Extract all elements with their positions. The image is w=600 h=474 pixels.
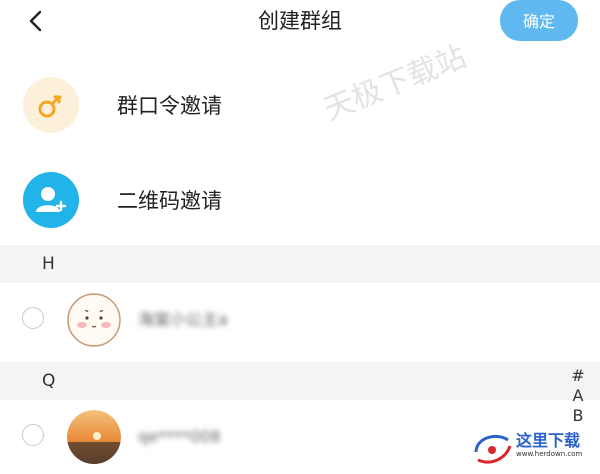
section-header-q: Q xyxy=(0,362,600,400)
add-user-icon xyxy=(23,172,79,228)
index-letter[interactable]: # xyxy=(567,366,589,386)
logo-text: 这里下载 xyxy=(516,431,580,450)
invite-by-qrcode-label: 二维码邀请 xyxy=(117,189,222,213)
contact-name: qe****008 xyxy=(138,427,221,446)
logo-swirl-icon: 这里下载 xyxy=(474,431,580,464)
contact-row[interactable]: 海棠小公主a xyxy=(0,283,600,357)
select-radio[interactable] xyxy=(22,424,44,446)
select-radio[interactable] xyxy=(22,307,44,329)
alphabet-index-bar[interactable]: # A B xyxy=(567,366,589,426)
logo-site: www.herdown.com xyxy=(516,450,583,458)
key-icon xyxy=(23,77,79,133)
avatar xyxy=(67,410,121,464)
section-letter: Q xyxy=(42,371,56,391)
confirm-button[interactable]: 确定 xyxy=(500,0,578,41)
chevron-left-icon xyxy=(29,10,42,32)
section-letter: H xyxy=(42,254,55,274)
invite-by-password-row[interactable]: 群口令邀请 xyxy=(0,60,600,152)
invite-by-qrcode-row[interactable]: 二维码邀请 xyxy=(0,155,600,247)
back-button[interactable] xyxy=(22,6,52,36)
invite-by-password-label: 群口令邀请 xyxy=(117,94,222,118)
section-header-h: H xyxy=(0,245,600,283)
contact-name: 海棠小公主a xyxy=(138,310,228,329)
watermark-logo: 这里下载 www.herdown.com xyxy=(470,422,600,469)
index-letter[interactable]: A xyxy=(567,386,589,406)
header-bar: 创建群组 确定 xyxy=(0,0,600,46)
avatar xyxy=(67,293,121,347)
